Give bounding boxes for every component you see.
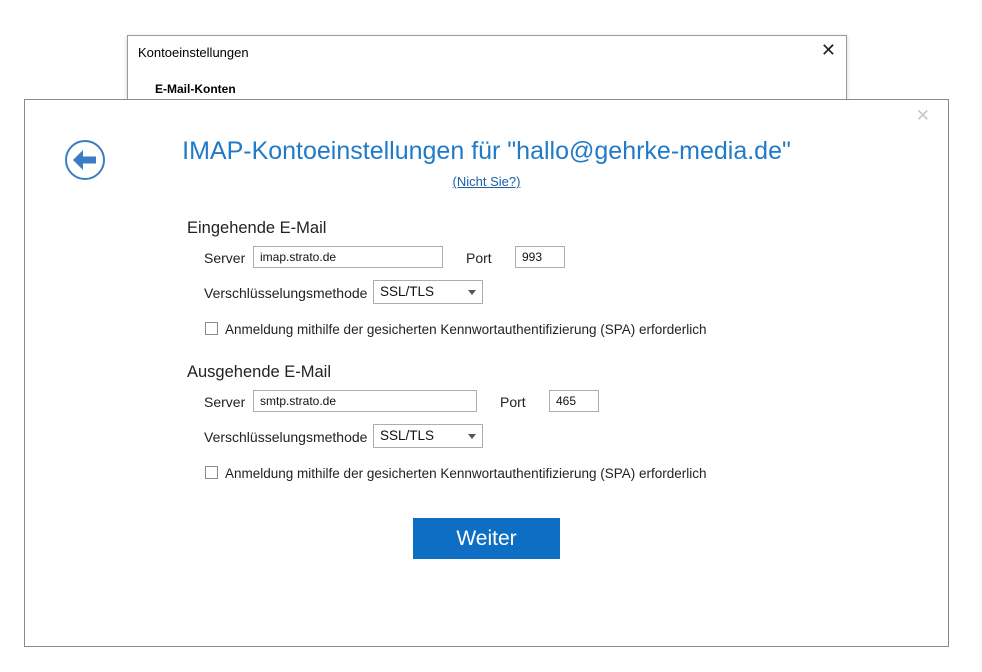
- not-you-link[interactable]: (Nicht Sie?): [25, 174, 948, 189]
- chevron-down-icon: [468, 290, 476, 295]
- window-title: Kontoeinstellungen: [138, 45, 249, 60]
- outgoing-server-input[interactable]: smtp.strato.de: [253, 390, 477, 412]
- incoming-port-input[interactable]: 993: [515, 246, 565, 268]
- incoming-server-label: Server: [204, 250, 246, 266]
- incoming-heading: Eingehende E-Mail: [187, 219, 327, 237]
- outgoing-spa-label: Anmeldung mithilfe der gesicherten Kennw…: [225, 466, 707, 481]
- incoming-port-label: Port: [466, 250, 492, 266]
- incoming-spa-checkbox[interactable]: [205, 322, 218, 335]
- tab-email-accounts[interactable]: E-Mail-Konten: [155, 82, 236, 96]
- incoming-encryption-select[interactable]: SSL/TLS: [373, 280, 483, 304]
- outgoing-encryption-label: Verschlüsselungsmethode: [204, 429, 368, 445]
- chevron-down-icon: [468, 434, 476, 439]
- imap-settings-dialog: ✕ IMAP-Kontoeinstellungen für "hallo@geh…: [24, 99, 949, 647]
- close-icon[interactable]: ✕: [916, 106, 930, 126]
- outgoing-port-input[interactable]: 465: [549, 390, 599, 412]
- outgoing-heading: Ausgehende E-Mail: [187, 363, 332, 381]
- outgoing-encryption-select[interactable]: SSL/TLS: [373, 424, 483, 448]
- outgoing-server-label: Server: [204, 394, 246, 410]
- next-button[interactable]: Weiter: [413, 518, 560, 559]
- dialog-title: IMAP-Kontoeinstellungen für "hallo@gehrk…: [182, 137, 791, 165]
- outgoing-encryption-value: SSL/TLS: [380, 428, 435, 443]
- incoming-server-input[interactable]: imap.strato.de: [253, 246, 443, 268]
- outgoing-spa-checkbox[interactable]: [205, 466, 218, 479]
- close-icon[interactable]: ✕: [821, 40, 836, 61]
- incoming-encryption-value: SSL/TLS: [380, 284, 435, 299]
- incoming-encryption-label: Verschlüsselungsmethode: [204, 285, 368, 301]
- outgoing-port-label: Port: [500, 394, 526, 410]
- screen: Kontoeinstellungen ✕ E-Mail-Konten ✕ IMA…: [0, 0, 982, 672]
- incoming-spa-label: Anmeldung mithilfe der gesicherten Kennw…: [225, 322, 707, 337]
